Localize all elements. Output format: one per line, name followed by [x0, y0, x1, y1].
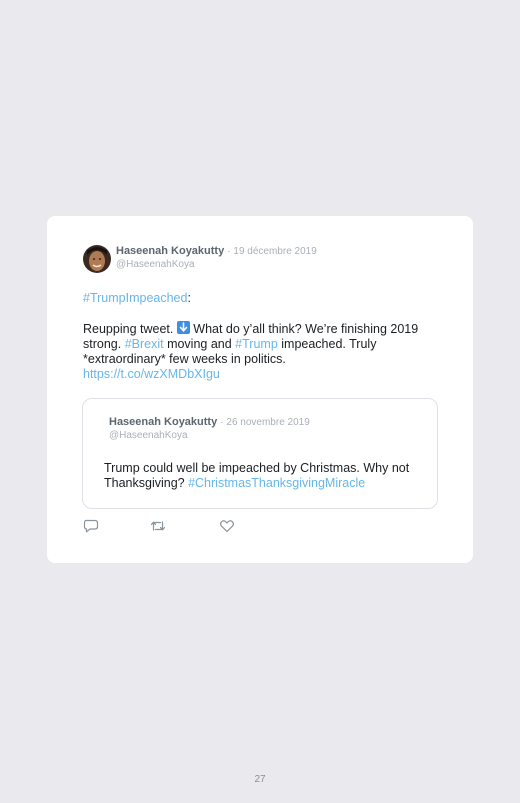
- retweet-icon[interactable]: [150, 519, 166, 533]
- hashtag-link[interactable]: #Trump: [235, 337, 278, 351]
- author-line: Haseenah Koyakutty · 19 décembre 2019: [116, 245, 317, 258]
- quoted-author-handle[interactable]: @HaseenahKoya: [109, 430, 188, 442]
- author-handle[interactable]: @HaseenahKoya: [116, 259, 195, 271]
- quoted-tweet-text: Trump could well be impeached by Christm…: [104, 461, 424, 491]
- reply-icon[interactable]: [83, 519, 99, 533]
- quoted-tweet-date[interactable]: · 26 novembre 2019: [220, 417, 310, 428]
- tweet-card: Haseenah Koyakutty · 19 décembre 2019 @H…: [47, 216, 473, 563]
- tweet-text: #TrumpImpeached: Reupping tweet. What do…: [83, 291, 443, 382]
- hashtag-suffix: :: [187, 291, 191, 305]
- tweet-url[interactable]: https://t.co/wzXMDbXIgu: [83, 367, 220, 381]
- hashtag-link[interactable]: #Brexit: [125, 337, 164, 351]
- page-number: 27: [254, 774, 266, 785]
- like-icon[interactable]: [219, 519, 235, 533]
- quoted-author-line: Haseenah Koyakutty · 26 novembre 2019: [109, 416, 310, 429]
- author-name[interactable]: Haseenah Koyakutty: [116, 245, 224, 257]
- hashtag-link[interactable]: #ChristmasThanksgivingMiracle: [188, 476, 365, 490]
- down-arrow-icon: [176, 321, 190, 334]
- tweet-body-part: Reupping tweet.: [83, 322, 177, 336]
- tweet-date[interactable]: · 19 décembre 2019: [227, 246, 317, 257]
- quoted-tweet[interactable]: Haseenah Koyakutty · 26 novembre 2019 @H…: [82, 398, 438, 509]
- avatar[interactable]: [83, 245, 111, 273]
- tweet-body-part: moving and: [163, 337, 236, 351]
- quoted-author-name[interactable]: Haseenah Koyakutty: [109, 416, 217, 428]
- hashtag-link[interactable]: #TrumpImpeached: [83, 291, 187, 305]
